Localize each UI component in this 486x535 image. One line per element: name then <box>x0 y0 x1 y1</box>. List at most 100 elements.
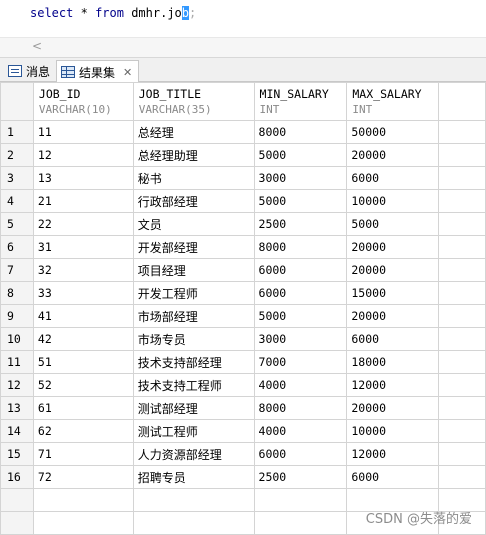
table-cell[interactable]: 12000 <box>346 442 440 466</box>
table-row[interactable]: 13 61 测试部经理 8000 20000 <box>0 396 486 420</box>
table-cell[interactable]: 5000 <box>253 304 348 328</box>
row-number[interactable]: 8 <box>0 281 34 305</box>
table-cell[interactable]: 2500 <box>253 465 348 489</box>
table-cell[interactable]: 开发部经理 <box>132 235 255 259</box>
table-cell[interactable]: 8000 <box>253 235 348 259</box>
table-cell[interactable]: 8000 <box>253 120 348 144</box>
sql-editor[interactable]: select * from dmhr.job; <box>0 0 486 38</box>
row-number[interactable]: 5 <box>0 212 34 236</box>
row-number[interactable]: 2 <box>0 143 34 167</box>
table-row[interactable]: 7 32 项目经理 6000 20000 <box>0 258 486 282</box>
table-cell[interactable]: 10000 <box>346 419 440 443</box>
tab-result-set[interactable]: 结果集 ✕ <box>56 60 140 83</box>
table-cell[interactable]: 42 <box>32 327 134 351</box>
table-cell[interactable]: 62 <box>32 419 134 443</box>
table-cell[interactable]: 6000 <box>346 327 440 351</box>
table-row[interactable]: 9 41 市场部经理 5000 20000 <box>0 304 486 328</box>
row-number[interactable]: 13 <box>0 396 34 420</box>
row-number[interactable]: 4 <box>0 189 34 213</box>
table-cell[interactable]: 3000 <box>253 327 348 351</box>
row-number[interactable]: 3 <box>0 166 34 190</box>
table-cell[interactable]: 13 <box>32 166 134 190</box>
table-cell[interactable]: 20000 <box>346 143 440 167</box>
editor-horizontal-scrollbar[interactable]: < <box>0 38 486 58</box>
table-row[interactable]: 11 51 技术支持部经理 7000 18000 <box>0 350 486 374</box>
table-cell[interactable]: 33 <box>32 281 134 305</box>
table-cell[interactable]: 测试工程师 <box>132 419 255 443</box>
close-icon[interactable]: ✕ <box>123 66 132 79</box>
table-cell[interactable]: 行政部经理 <box>132 189 255 213</box>
table-row[interactable]: 4 21 行政部经理 5000 10000 <box>0 189 486 213</box>
table-row[interactable]: 5 22 文员 2500 5000 <box>0 212 486 236</box>
table-cell[interactable]: 22 <box>32 212 134 236</box>
table-row[interactable]: 14 62 测试工程师 4000 10000 <box>0 419 486 443</box>
table-cell[interactable]: 51 <box>32 350 134 374</box>
table-cell[interactable]: 技术支持工程师 <box>132 373 255 397</box>
tab-messages[interactable]: 消息 <box>4 60 54 82</box>
column-header[interactable]: MIN_SALARY INT <box>253 82 348 121</box>
table-cell[interactable]: 7000 <box>253 350 348 374</box>
table-cell[interactable]: 市场专员 <box>132 327 255 351</box>
row-number[interactable]: 10 <box>0 327 34 351</box>
table-row[interactable]: 2 12 总经理助理 5000 20000 <box>0 143 486 167</box>
table-row[interactable]: 3 13 秘书 3000 6000 <box>0 166 486 190</box>
table-cell[interactable]: 项目经理 <box>132 258 255 282</box>
table-cell[interactable]: 秘书 <box>132 166 255 190</box>
table-row[interactable]: 8 33 开发工程师 6000 15000 <box>0 281 486 305</box>
table-row[interactable]: 15 71 人力资源部经理 6000 12000 <box>0 442 486 466</box>
table-cell[interactable]: 50000 <box>346 120 440 144</box>
table-cell[interactable]: 文员 <box>132 212 255 236</box>
table-cell[interactable]: 12 <box>32 143 134 167</box>
table-cell[interactable]: 2500 <box>253 212 348 236</box>
row-number[interactable]: 11 <box>0 350 34 374</box>
column-header[interactable]: JOB_ID VARCHAR(10) <box>32 82 134 121</box>
table-cell[interactable]: 20000 <box>346 235 440 259</box>
table-cell[interactable]: 4000 <box>253 373 348 397</box>
table-cell[interactable]: 市场部经理 <box>132 304 255 328</box>
table-cell[interactable]: 12000 <box>346 373 440 397</box>
table-cell[interactable]: 11 <box>32 120 134 144</box>
table-cell[interactable]: 20000 <box>346 396 440 420</box>
table-cell[interactable]: 总经理助理 <box>132 143 255 167</box>
column-header[interactable]: JOB_TITLE VARCHAR(35) <box>132 82 255 121</box>
grid-corner[interactable] <box>0 82 34 121</box>
row-number[interactable]: 9 <box>0 304 34 328</box>
table-cell[interactable]: 71 <box>32 442 134 466</box>
table-cell[interactable]: 6000 <box>253 258 348 282</box>
table-cell[interactable]: 32 <box>32 258 134 282</box>
table-cell[interactable]: 测试部经理 <box>132 396 255 420</box>
table-row[interactable]: 12 52 技术支持工程师 4000 12000 <box>0 373 486 397</box>
table-cell[interactable]: 招聘专员 <box>132 465 255 489</box>
table-cell[interactable]: 6000 <box>346 166 440 190</box>
table-cell[interactable]: 3000 <box>253 166 348 190</box>
result-grid[interactable]: JOB_ID VARCHAR(10) JOB_TITLE VARCHAR(35) M… <box>0 82 486 535</box>
table-cell[interactable]: 31 <box>32 235 134 259</box>
table-row[interactable]: 16 72 招聘专员 2500 6000 <box>0 465 486 489</box>
row-number[interactable]: 16 <box>0 465 34 489</box>
table-cell[interactable]: 20000 <box>346 258 440 282</box>
table-row[interactable]: 1 11 总经理 8000 50000 <box>0 120 486 144</box>
table-cell[interactable]: 5000 <box>253 143 348 167</box>
row-number[interactable]: 7 <box>0 258 34 282</box>
table-cell[interactable]: 72 <box>32 465 134 489</box>
row-number[interactable]: 1 <box>0 120 34 144</box>
column-header[interactable]: MAX_SALARY INT <box>346 82 440 121</box>
table-cell[interactable]: 6000 <box>253 281 348 305</box>
table-cell[interactable]: 10000 <box>346 189 440 213</box>
row-number[interactable]: 15 <box>0 442 34 466</box>
table-cell[interactable]: 41 <box>32 304 134 328</box>
table-cell[interactable]: 61 <box>32 396 134 420</box>
table-cell[interactable]: 4000 <box>253 419 348 443</box>
table-cell[interactable]: 总经理 <box>132 120 255 144</box>
row-number[interactable]: 12 <box>0 373 34 397</box>
table-row[interactable]: 6 31 开发部经理 8000 20000 <box>0 235 486 259</box>
table-cell[interactable]: 18000 <box>346 350 440 374</box>
table-cell[interactable]: 5000 <box>346 212 440 236</box>
table-cell[interactable]: 20000 <box>346 304 440 328</box>
table-cell[interactable]: 21 <box>32 189 134 213</box>
row-number[interactable]: 6 <box>0 235 34 259</box>
table-cell[interactable]: 8000 <box>253 396 348 420</box>
scroll-left-arrow-icon[interactable]: < <box>32 39 42 53</box>
table-cell[interactable]: 人力资源部经理 <box>132 442 255 466</box>
table-cell[interactable]: 6000 <box>253 442 348 466</box>
